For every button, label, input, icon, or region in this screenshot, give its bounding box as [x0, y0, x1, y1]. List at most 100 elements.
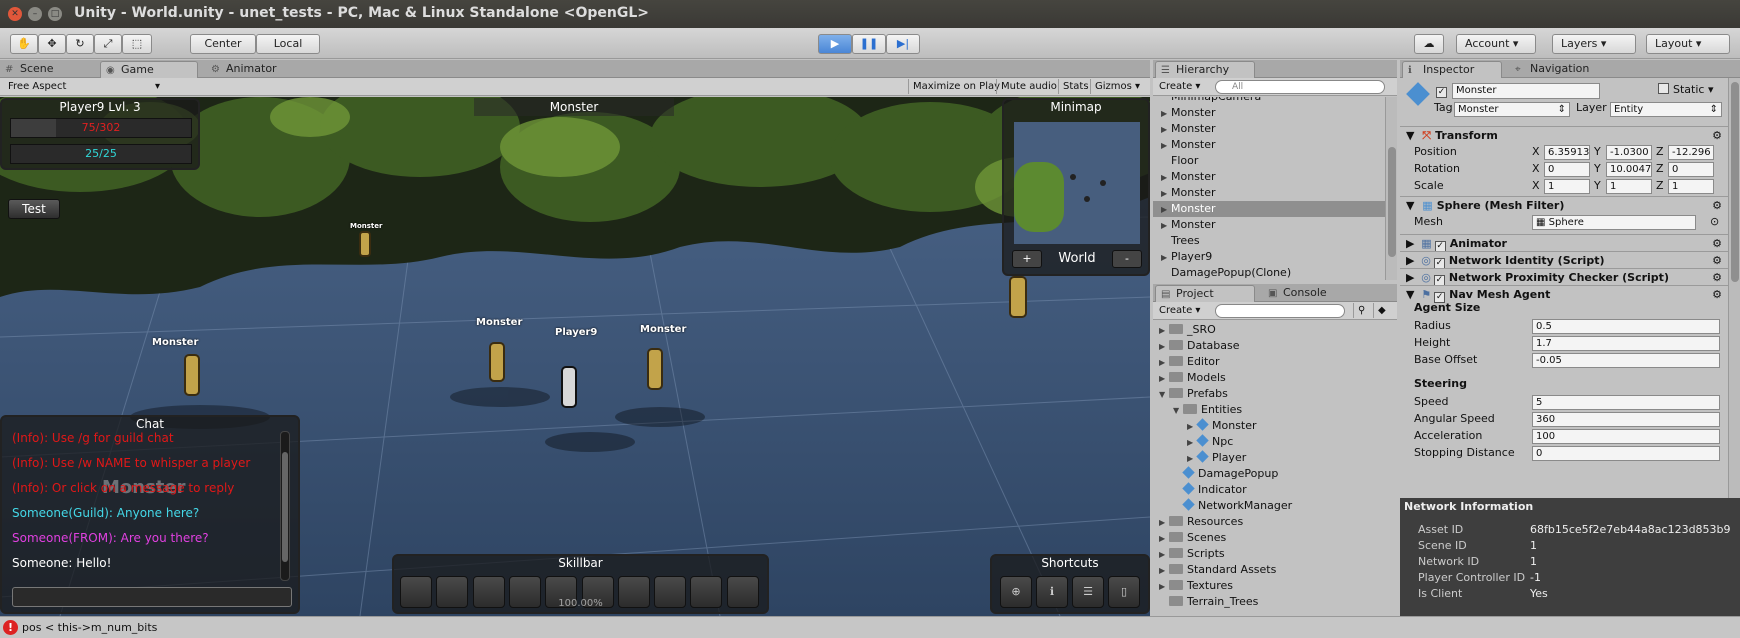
radius-field[interactable]: 0.5: [1532, 319, 1720, 334]
mesh-filter-header[interactable]: ▼ ▦ Sphere (Mesh Filter) ⚙: [1400, 196, 1728, 214]
hierarchy-scroll-thumb[interactable]: [1388, 147, 1396, 257]
tab-animator[interactable]: ⚙ Animator: [206, 61, 285, 78]
acceleration-field[interactable]: 100: [1532, 429, 1720, 444]
project-item[interactable]: Indicator: [1153, 482, 1397, 498]
expand-arrow-icon[interactable]: ▶: [1161, 138, 1171, 154]
component-header[interactable]: ▶ ◎ ✓ Network Proximity Checker (Script) ⚙: [1400, 268, 1728, 286]
skills-icon[interactable]: ℹ: [1036, 576, 1068, 608]
project-item[interactable]: ▶ Standard Assets: [1153, 562, 1397, 578]
expand-arrow-icon[interactable]: ▶: [1159, 563, 1169, 579]
expand-arrow-icon[interactable]: ▶: [1159, 339, 1169, 355]
chat-message[interactable]: Someone(FROM): Are you there?: [12, 531, 209, 545]
pivot-toggle[interactable]: Center: [190, 34, 256, 54]
step-button[interactable]: ▶|: [886, 34, 920, 54]
project-tree[interactable]: ▶ _SRO ▶ Database ▶ Editor ▶ Models ▼ Prefabs ▼ Ent…: [1153, 322, 1397, 616]
speed-field[interactable]: 5: [1532, 395, 1720, 410]
mute-audio-toggle[interactable]: Mute audio: [996, 79, 1061, 94]
hierarchy-item[interactable]: ▶ Monster: [1153, 217, 1385, 233]
hierarchy-item[interactable]: ▶ Monster: [1153, 201, 1385, 217]
project-item[interactable]: ▶ Scenes: [1153, 530, 1397, 546]
chat-message[interactable]: Someone: Hello!: [12, 556, 111, 570]
angular-speed-field[interactable]: 360: [1532, 412, 1720, 427]
project-item[interactable]: ▶ Resources: [1153, 514, 1397, 530]
status-bar[interactable]: ! pos < this->m_num_bits: [0, 616, 1740, 638]
hierarchy-scrollbar[interactable]: [1385, 97, 1397, 280]
tab-console[interactable]: ▣ Console: [1263, 285, 1335, 302]
hierarchy-item[interactable]: ▶ Monster: [1153, 121, 1385, 137]
project-item[interactable]: DamagePopup: [1153, 466, 1397, 482]
expand-arrow-icon[interactable]: ▶: [1159, 515, 1169, 531]
play-button[interactable]: ▶: [818, 34, 852, 54]
tab-inspector[interactable]: ℹ Inspector: [1402, 61, 1502, 78]
expand-arrow-icon[interactable]: ▶: [1159, 371, 1169, 387]
collapse-arrow-icon[interactable]: ▶: [1406, 254, 1418, 267]
hierarchy-item[interactable]: ▶ Monster: [1153, 105, 1385, 121]
component-header[interactable]: ▶ ◎ ✓ Network Identity (Script) ⚙: [1400, 251, 1728, 269]
expand-arrow-icon[interactable]: ▶: [1161, 202, 1171, 218]
character-icon[interactable]: ☰: [1072, 576, 1104, 608]
hierarchy-create-dropdown[interactable]: Create ▾: [1155, 79, 1204, 94]
minimap-view[interactable]: [1014, 122, 1140, 244]
project-item[interactable]: ▼ Entities: [1153, 402, 1397, 418]
filter-by-type-icon[interactable]: ⚲: [1353, 303, 1369, 318]
rect-tool-icon[interactable]: ⬚: [122, 34, 152, 54]
tab-hierarchy[interactable]: ☰ Hierarchy: [1155, 61, 1255, 78]
hierarchy-search-input[interactable]: All: [1215, 80, 1385, 94]
position-x-field[interactable]: 6.35913: [1544, 145, 1590, 160]
chat-messages[interactable]: (Info): Use /g for guild chat (Info): Use…: [12, 431, 282, 581]
expand-arrow-icon[interactable]: ▶: [1159, 323, 1169, 339]
expand-arrow-icon[interactable]: ▶: [1161, 218, 1171, 234]
game-viewport[interactable]: Monster Monster Monster Player9 Monster …: [0, 97, 1150, 616]
expand-arrow-icon[interactable]: ▼: [1173, 403, 1183, 419]
rotation-z-field[interactable]: 0: [1668, 162, 1714, 177]
expand-arrow-icon[interactable]: ▶: [1187, 451, 1197, 467]
expand-arrow-icon[interactable]: ▶: [1159, 531, 1169, 547]
position-y-field[interactable]: -1.0300: [1606, 145, 1652, 160]
hand-tool-icon[interactable]: ✋: [10, 34, 38, 54]
close-window-button[interactable]: ✕: [8, 7, 22, 21]
expand-arrow-icon[interactable]: ▶: [1187, 419, 1197, 435]
project-item[interactable]: ▶ Player: [1153, 450, 1397, 466]
height-field[interactable]: 1.7: [1532, 336, 1720, 351]
object-picker-icon[interactable]: ⊙: [1710, 214, 1719, 230]
account-dropdown[interactable]: Account ▾: [1456, 34, 1536, 54]
rotation-x-field[interactable]: 0: [1544, 162, 1590, 177]
mesh-field[interactable]: ▦ Sphere: [1532, 215, 1696, 230]
hierarchy-item[interactable]: ▶ Monster: [1153, 169, 1385, 185]
space-toggle[interactable]: Local: [256, 34, 320, 54]
project-item[interactable]: ▶ Models: [1153, 370, 1397, 386]
settings-gear-icon[interactable]: ⚙: [1712, 286, 1722, 304]
scale-tool-icon[interactable]: ⤢: [94, 34, 122, 54]
hierarchy-item[interactable]: Floor: [1153, 153, 1385, 169]
filter-by-label-icon[interactable]: ◆: [1373, 303, 1390, 318]
project-item[interactable]: ▶ _SRO: [1153, 322, 1397, 338]
project-item[interactable]: NetworkManager: [1153, 498, 1397, 514]
expand-arrow-icon[interactable]: ▶: [1159, 579, 1169, 595]
minimap-zoom-in[interactable]: +: [1012, 250, 1042, 268]
expand-arrow-icon[interactable]: ▶: [1159, 355, 1169, 371]
inspector-scroll-thumb[interactable]: [1731, 82, 1739, 282]
layers-dropdown[interactable]: Layers ▾: [1552, 34, 1636, 54]
project-item[interactable]: ▶ Editor: [1153, 354, 1397, 370]
hierarchy-item[interactable]: ▶ Player9: [1153, 249, 1385, 265]
hierarchy-item[interactable]: ▶ Monster: [1153, 185, 1385, 201]
scale-x-field[interactable]: 1: [1544, 179, 1590, 194]
quests-icon[interactable]: ▯: [1108, 576, 1140, 608]
transform-header[interactable]: ▼ ⤧ Transform ⚙: [1400, 126, 1728, 144]
expand-arrow-icon[interactable]: ▶: [1159, 547, 1169, 563]
hierarchy-item[interactable]: Trees: [1153, 233, 1385, 249]
hierarchy-list[interactable]: MinimapCamera▶Monster▶Monster▶MonsterFlo…: [1153, 97, 1385, 280]
active-checkbox[interactable]: ✓: [1436, 82, 1451, 98]
tag-dropdown[interactable]: Monster ⇕: [1454, 102, 1570, 117]
stats-toggle[interactable]: Stats: [1058, 79, 1093, 94]
expand-arrow-icon[interactable]: ▶: [1161, 170, 1171, 186]
layer-dropdown[interactable]: Entity ⇕: [1610, 102, 1722, 117]
minimize-window-button[interactable]: –: [28, 7, 42, 21]
maximize-on-play-toggle[interactable]: Maximize on Play: [908, 79, 1004, 94]
expand-arrow-icon[interactable]: ▶: [1187, 435, 1197, 451]
project-item[interactable]: ▶ Scripts: [1153, 546, 1397, 562]
project-item[interactable]: ▶ Textures: [1153, 578, 1397, 594]
object-name-field[interactable]: Monster: [1452, 83, 1600, 99]
tab-game[interactable]: ◉ Game: [100, 61, 198, 78]
minimap-zoom-out[interactable]: -: [1112, 250, 1142, 268]
